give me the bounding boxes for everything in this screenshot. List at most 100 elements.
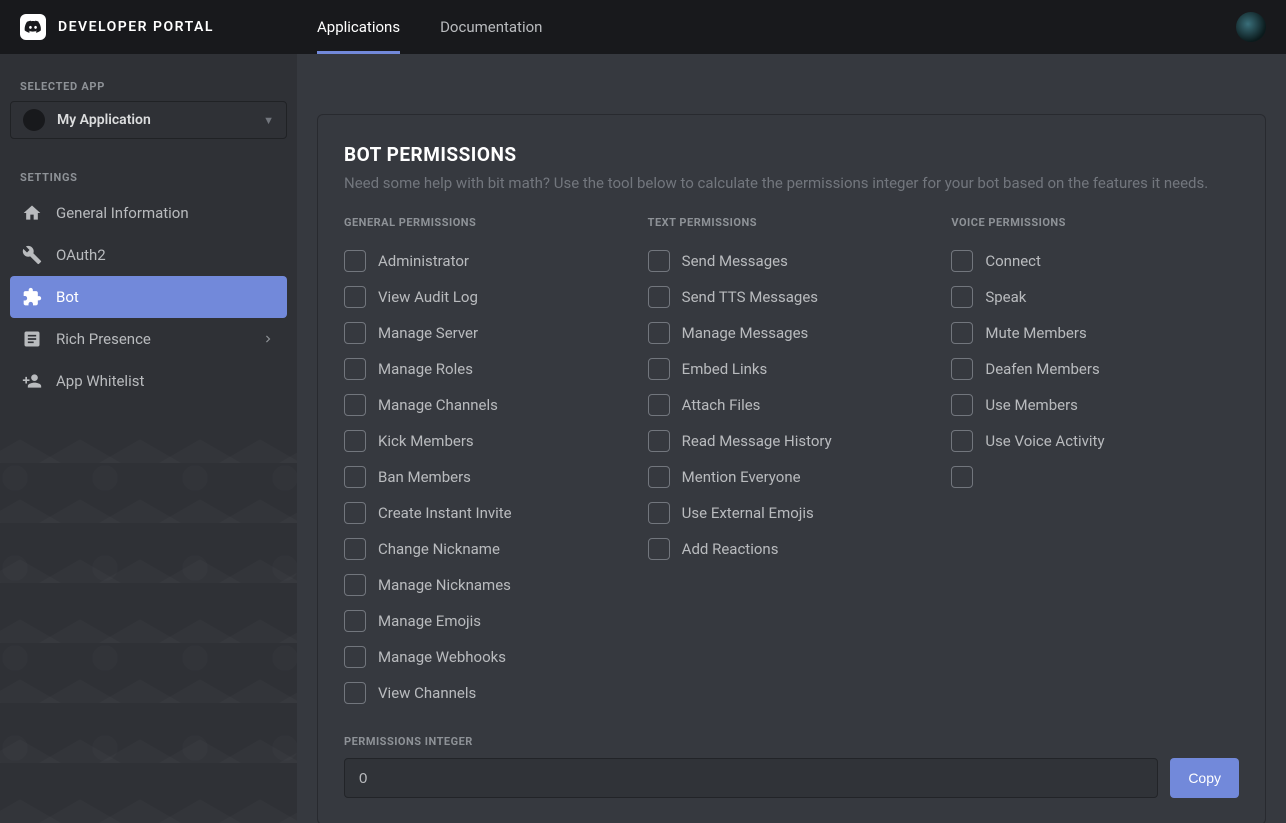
permission-label: Mute Members xyxy=(985,324,1086,342)
permission-item[interactable]: Administrator xyxy=(344,243,632,279)
permission-item[interactable]: Kick Members xyxy=(344,423,632,459)
permission-item[interactable]: Manage Roles xyxy=(344,351,632,387)
permission-label: Manage Server xyxy=(378,324,478,342)
checkbox[interactable] xyxy=(344,394,366,416)
sidebar: SELECTED APP My Application ▼ SETTINGS G… xyxy=(0,54,297,823)
permission-item[interactable]: Manage Emojis xyxy=(344,603,632,639)
checkbox[interactable] xyxy=(344,646,366,668)
permission-item[interactable]: Read Message History xyxy=(648,423,936,459)
checkbox[interactable] xyxy=(648,394,670,416)
permission-item[interactable]: Manage Server xyxy=(344,315,632,351)
permission-label: Use External Emojis xyxy=(682,504,814,522)
permission-item[interactable]: Use Members xyxy=(951,387,1239,423)
sidebar-item-label: Rich Presence xyxy=(56,330,151,348)
checkbox[interactable] xyxy=(344,358,366,380)
permission-label: Manage Webhooks xyxy=(378,648,506,666)
permission-label: Manage Nicknames xyxy=(378,576,511,594)
permission-label: Manage Emojis xyxy=(378,612,481,630)
permission-item[interactable]: Send Messages xyxy=(648,243,936,279)
tab-applications[interactable]: Applications xyxy=(317,0,400,54)
permission-label: Kick Members xyxy=(378,432,474,450)
permission-item[interactable]: Manage Webhooks xyxy=(344,639,632,675)
checkbox[interactable] xyxy=(648,250,670,272)
permission-label: Send Messages xyxy=(682,252,788,270)
permissions-integer-input[interactable] xyxy=(344,758,1158,798)
permission-item[interactable]: Create Instant Invite xyxy=(344,495,632,531)
permission-item[interactable]: View Channels xyxy=(344,675,632,711)
permission-item[interactable]: Connect xyxy=(951,243,1239,279)
sidebar-item-bot[interactable]: Bot xyxy=(10,276,287,318)
permission-item[interactable]: Speak xyxy=(951,279,1239,315)
checkbox[interactable] xyxy=(951,466,973,488)
checkbox[interactable] xyxy=(951,358,973,380)
checkbox[interactable] xyxy=(344,610,366,632)
permission-item[interactable]: Embed Links xyxy=(648,351,936,387)
checkbox[interactable] xyxy=(344,466,366,488)
sidebar-item-app-whitelist[interactable]: App Whitelist xyxy=(10,360,287,402)
permission-item[interactable]: Mention Everyone xyxy=(648,459,936,495)
permission-item[interactable]: Manage Channels xyxy=(344,387,632,423)
permission-item[interactable]: Attach Files xyxy=(648,387,936,423)
main-content: BOT PERMISSIONS Need some help with bit … xyxy=(297,54,1286,823)
permission-item[interactable]: Add Reactions xyxy=(648,531,936,567)
permission-column-heading: GENERAL PERMISSIONS xyxy=(344,216,632,229)
sidebar-item-general-information[interactable]: General Information xyxy=(10,192,287,234)
checkbox[interactable] xyxy=(951,322,973,344)
top-nav: Applications Documentation xyxy=(317,0,542,54)
permission-label: Use Members xyxy=(985,396,1078,414)
permission-label: Use Voice Activity xyxy=(985,432,1104,450)
avatar[interactable] xyxy=(1236,12,1266,42)
settings-heading: SETTINGS xyxy=(10,163,287,192)
checkbox[interactable] xyxy=(344,502,366,524)
chevron-right-icon xyxy=(261,332,275,346)
permission-label: Manage Channels xyxy=(378,396,498,414)
checkbox[interactable] xyxy=(344,322,366,344)
permission-item[interactable]: Manage Nicknames xyxy=(344,567,632,603)
permission-item[interactable]: Change Nickname xyxy=(344,531,632,567)
checkbox[interactable] xyxy=(951,430,973,452)
app-selector[interactable]: My Application ▼ xyxy=(10,101,287,139)
permission-item[interactable]: Ban Members xyxy=(344,459,632,495)
permission-item[interactable]: Deafen Members xyxy=(951,351,1239,387)
checkbox[interactable] xyxy=(344,430,366,452)
checkbox[interactable] xyxy=(648,466,670,488)
checkbox[interactable] xyxy=(951,286,973,308)
permission-item[interactable]: Use External Emojis xyxy=(648,495,936,531)
permission-column: GENERAL PERMISSIONS Administrator View Aud… xyxy=(344,216,632,711)
puzzle-icon xyxy=(22,287,42,307)
sidebar-item-rich-presence[interactable]: Rich Presence xyxy=(10,318,287,360)
checkbox[interactable] xyxy=(344,286,366,308)
checkbox[interactable] xyxy=(344,538,366,560)
checkbox[interactable] xyxy=(648,322,670,344)
tab-documentation[interactable]: Documentation xyxy=(440,0,542,54)
checkbox[interactable] xyxy=(951,394,973,416)
permission-label: Deafen Members xyxy=(985,360,1099,378)
checkbox[interactable] xyxy=(648,502,670,524)
sidebar-item-label: Bot xyxy=(56,288,79,306)
permission-label: View Audit Log xyxy=(378,288,478,306)
permission-item[interactable]: Manage Messages xyxy=(648,315,936,351)
permission-item[interactable]: Send TTS Messages xyxy=(648,279,936,315)
checkbox[interactable] xyxy=(648,538,670,560)
permission-item[interactable]: View Audit Log xyxy=(344,279,632,315)
permission-item[interactable]: Mute Members xyxy=(951,315,1239,351)
permission-column: TEXT PERMISSIONSSend MessagesSend TTS Me… xyxy=(648,216,936,711)
checkbox[interactable] xyxy=(344,250,366,272)
checkbox[interactable] xyxy=(648,430,670,452)
copy-button[interactable]: Copy xyxy=(1170,758,1239,798)
permission-label: Add Reactions xyxy=(682,540,779,558)
panel-title: BOT PERMISSIONS xyxy=(344,143,1239,166)
checkbox[interactable] xyxy=(648,358,670,380)
checkbox[interactable] xyxy=(344,682,366,704)
checkbox[interactable] xyxy=(648,286,670,308)
permission-item[interactable]: Use Voice Activity xyxy=(951,423,1239,459)
discord-icon xyxy=(20,14,46,40)
permission-label: Administrator xyxy=(378,252,469,270)
permission-label: Read Message History xyxy=(682,432,832,450)
checkbox[interactable] xyxy=(951,250,973,272)
permission-item[interactable] xyxy=(951,459,1239,495)
permission-label: Create Instant Invite xyxy=(378,504,512,522)
sidebar-item-oauth2[interactable]: OAuth2 xyxy=(10,234,287,276)
permission-label: Manage Roles xyxy=(378,360,473,378)
checkbox[interactable] xyxy=(344,574,366,596)
